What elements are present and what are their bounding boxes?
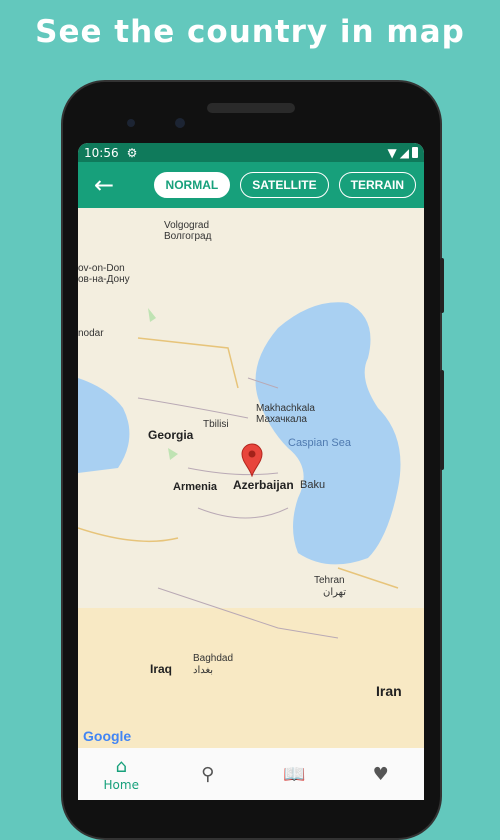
bottom-navigation: ⌂ Home ⚲ 📖 ♥ — [78, 748, 424, 800]
caspian-sea — [255, 302, 401, 565]
map-label-volgograd: Volgograd — [164, 220, 210, 231]
gear-icon: ⚙ — [126, 145, 138, 160]
back-arrow-icon[interactable]: ← — [94, 171, 126, 199]
map-view[interactable]: Volgograd Волгоград ov-on-Don ов-на-Дону… — [78, 208, 424, 748]
screen: 10:56 ⚙ ▼ ◢ ← NORMAL SATELLITE TERRAIN Vo… — [78, 143, 424, 800]
nav-home[interactable]: ⌂ Home — [78, 748, 165, 800]
map-type-satellite-button[interactable]: SATELLITE — [240, 172, 329, 198]
map-label-tehran-fa: تهران — [323, 587, 347, 598]
signal-icon: ◢ — [399, 145, 409, 160]
home-icon: ⌂ — [115, 756, 127, 777]
map-label-azerbaijan: Azerbaijan — [233, 478, 294, 492]
black-sea — [78, 378, 130, 473]
app-bar: ← NORMAL SATELLITE TERRAIN — [78, 162, 424, 208]
battery-icon — [412, 147, 418, 158]
map-label-iran: Iran — [376, 683, 402, 699]
book-icon: 📖 — [283, 763, 306, 785]
desert-area — [78, 608, 424, 748]
heart-icon: ♥ — [372, 763, 389, 785]
map-type-normal-button[interactable]: NORMAL — [153, 172, 231, 198]
map-type-terrain-button[interactable]: TERRAIN — [338, 172, 416, 198]
map-label-baghdad-ar: بغداد — [193, 665, 214, 676]
nav-read[interactable]: 📖 — [251, 748, 338, 800]
map-label-caspian-sea: Caspian Sea — [288, 437, 351, 449]
google-logo: Google — [83, 728, 132, 744]
map-label-volgograd-ru: Волгоград — [164, 231, 212, 242]
map-label-makhachkala: Makhachkala — [256, 403, 315, 414]
nav-search[interactable]: ⚲ — [165, 748, 252, 800]
status-time: 10:56 — [84, 145, 119, 160]
map-label-makhachkala-ru: Махачкала — [256, 414, 307, 425]
power-button — [440, 370, 444, 470]
front-camera — [175, 118, 185, 128]
search-icon: ⚲ — [201, 763, 215, 785]
map-label-tehran: Tehran — [314, 575, 345, 586]
map-label-rostov: ov-on-Don — [78, 263, 125, 274]
map-label-baghdad: Baghdad — [193, 653, 234, 664]
map-label-georgia: Georgia — [148, 428, 194, 442]
status-bar: 10:56 ⚙ ▼ ◢ — [78, 143, 424, 162]
map-label-baku: Baku — [300, 479, 326, 491]
map-label-rostov-ru: ов-на-Дону — [78, 274, 130, 285]
map-pin-icon[interactable] — [241, 443, 263, 477]
nav-home-label: Home — [103, 778, 139, 792]
speaker — [207, 103, 295, 113]
map-label-iraq: Iraq — [150, 662, 173, 676]
map-label-tbilisi: Tbilisi — [203, 419, 229, 430]
sensor — [127, 119, 135, 127]
wifi-icon: ▼ — [387, 145, 397, 160]
headline: See the country in map — [35, 14, 465, 50]
map-label-krasnodar: nodar — [78, 328, 104, 339]
volume-button — [440, 258, 444, 313]
map-label-armenia: Armenia — [173, 481, 218, 493]
nav-favorites[interactable]: ♥ — [338, 748, 425, 800]
